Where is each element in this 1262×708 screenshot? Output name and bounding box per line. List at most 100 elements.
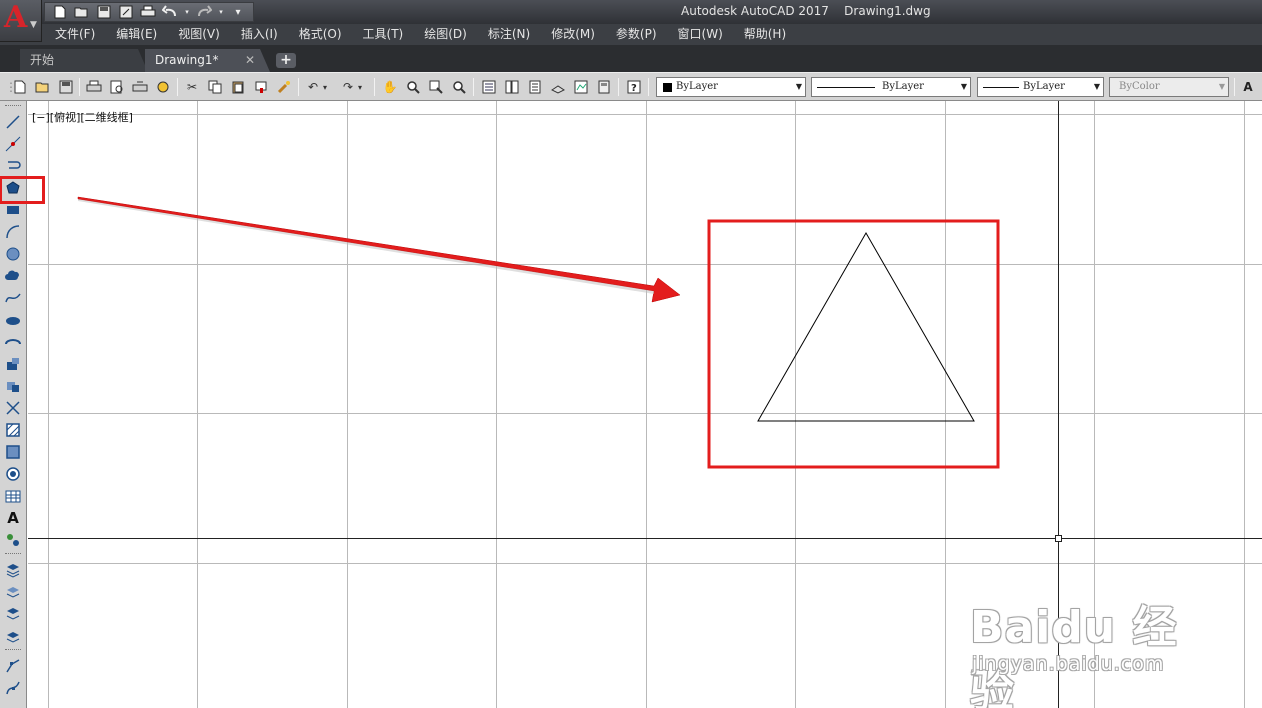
- layer-states-icon[interactable]: [4, 583, 22, 600]
- new-tab-button[interactable]: +: [276, 53, 296, 68]
- triangle-highlight-box: [707, 219, 1000, 469]
- insert-block-icon[interactable]: [4, 355, 22, 372]
- construction-line-icon[interactable]: [4, 135, 22, 152]
- polyline-edit-icon[interactable]: [4, 657, 22, 674]
- menu-parametric[interactable]: 参数(P): [616, 24, 668, 45]
- menu-draw[interactable]: 绘图(D): [424, 24, 478, 45]
- plot-icon[interactable]: [139, 4, 157, 20]
- redo-dropdown-icon[interactable]: ▾: [217, 4, 225, 20]
- menu-view[interactable]: 视图(V): [178, 24, 231, 45]
- chevron-down-icon: ▼: [30, 20, 37, 30]
- customize-icon[interactable]: ▾: [229, 4, 247, 20]
- new-icon[interactable]: [12, 79, 28, 95]
- menu-window[interactable]: 窗口(W): [678, 24, 734, 45]
- toolbar-grip[interactable]: [5, 649, 21, 651]
- zoom-realtime-icon[interactable]: [405, 79, 421, 95]
- spline-edit-icon[interactable]: [4, 679, 22, 696]
- open-icon[interactable]: [73, 4, 91, 20]
- redo-icon[interactable]: [195, 4, 213, 20]
- open-icon[interactable]: [35, 79, 51, 95]
- match-properties-icon[interactable]: [253, 79, 269, 95]
- toolbar-grip[interactable]: [5, 553, 21, 555]
- copy-icon[interactable]: [207, 79, 223, 95]
- lineweight-dropdown[interactable]: ByLayer ▼: [977, 77, 1104, 97]
- tab-drawing1-label: Drawing1*: [155, 53, 219, 67]
- layer-properties-icon[interactable]: [4, 561, 22, 578]
- hatch-icon[interactable]: [4, 421, 22, 438]
- menu-modify[interactable]: 修改(M): [551, 24, 606, 45]
- application-menu-button[interactable]: A ▼: [0, 0, 42, 42]
- 3d-print-icon[interactable]: [155, 79, 171, 95]
- polyline-icon[interactable]: [4, 157, 22, 174]
- menu-file[interactable]: 文件(F): [55, 24, 106, 45]
- sheet-set-icon[interactable]: [550, 79, 566, 95]
- color-dropdown[interactable]: ByLayer ▼: [656, 77, 806, 97]
- markup-icon[interactable]: [573, 79, 589, 95]
- pan-icon[interactable]: ✋: [382, 79, 398, 95]
- layer-previous-icon[interactable]: [4, 605, 22, 622]
- layer-isolate-icon[interactable]: [4, 627, 22, 644]
- undo-dropdown-icon[interactable]: ▾: [183, 4, 191, 20]
- point-icon[interactable]: [4, 399, 22, 416]
- save-icon[interactable]: [58, 79, 74, 95]
- spline-icon[interactable]: [4, 289, 22, 306]
- toolbar-grip[interactable]: [5, 105, 21, 107]
- menu-insert[interactable]: 插入(I): [241, 24, 289, 45]
- chevron-down-icon: ▼: [1218, 82, 1225, 91]
- help-icon[interactable]: ?: [626, 79, 642, 95]
- viewport-controls[interactable]: [−][俯视][二维线框]: [32, 109, 133, 125]
- tool-palettes-icon[interactable]: [527, 79, 543, 95]
- table-icon[interactable]: [4, 487, 22, 504]
- save-as-icon[interactable]: [117, 4, 135, 20]
- undo-icon[interactable]: ↶: [305, 79, 321, 95]
- ellipse-icon[interactable]: [4, 311, 22, 328]
- linetype-sample: [817, 87, 875, 88]
- make-block-icon[interactable]: [4, 377, 22, 394]
- properties-icon[interactable]: [481, 79, 497, 95]
- zoom-previous-icon[interactable]: [451, 79, 467, 95]
- tab-start[interactable]: 开始: [20, 49, 148, 72]
- linetype-dropdown[interactable]: ByLayer ▼: [811, 77, 971, 97]
- publish-icon[interactable]: [132, 79, 148, 95]
- paste-icon[interactable]: [230, 79, 246, 95]
- plotstyle-dropdown[interactable]: ByColor ▼: [1109, 77, 1229, 97]
- undo-icon[interactable]: [161, 4, 179, 20]
- multiline-text-icon[interactable]: A: [4, 509, 22, 527]
- add-selected-icon[interactable]: [4, 531, 22, 548]
- cut-icon[interactable]: ✂: [184, 79, 200, 95]
- quick-access-toolbar: ▾ ▾ ▾: [44, 2, 254, 22]
- svg-text:?: ?: [631, 83, 637, 94]
- menu-format[interactable]: 格式(O): [299, 24, 353, 45]
- autocad-logo-icon: A: [4, 0, 28, 35]
- save-icon[interactable]: [95, 4, 113, 20]
- close-icon[interactable]: ✕: [245, 49, 255, 71]
- zoom-window-icon[interactable]: [428, 79, 444, 95]
- tab-drawing1[interactable]: Drawing1* ✕: [145, 49, 270, 72]
- standard-toolbar: ⋮ ✂ ↶ ▾ ↷ ▾ ✋ ? ByLayer ▼ ByLayer ▼ ByLa…: [0, 72, 1262, 101]
- region-icon[interactable]: [4, 465, 22, 482]
- menu-edit[interactable]: 编辑(E): [116, 24, 168, 45]
- arc-icon[interactable]: [4, 223, 22, 240]
- design-center-icon[interactable]: [504, 79, 520, 95]
- triangle-shape[interactable]: [757, 231, 975, 422]
- redo-dropdown-icon[interactable]: ▾: [356, 79, 364, 95]
- watermark-brand: Baidu 经验: [970, 602, 1178, 708]
- menu-tools[interactable]: 工具(T): [363, 24, 415, 45]
- plot-preview-icon[interactable]: [109, 79, 125, 95]
- line-icon[interactable]: [4, 113, 22, 130]
- plot-icon[interactable]: [86, 79, 102, 95]
- revision-cloud-icon[interactable]: [4, 267, 22, 284]
- brush-icon[interactable]: [276, 79, 292, 95]
- new-icon[interactable]: [51, 4, 69, 20]
- redo-icon[interactable]: ↷: [340, 79, 356, 95]
- menu-dimension[interactable]: 标注(N): [488, 24, 541, 45]
- menu-help[interactable]: 帮助(H): [744, 24, 797, 45]
- chevron-down-icon: ▼: [1093, 82, 1100, 91]
- circle-icon[interactable]: [4, 245, 22, 262]
- calculator-icon[interactable]: [596, 79, 612, 95]
- lineweight-sample: [983, 87, 1019, 88]
- undo-dropdown-icon[interactable]: ▾: [321, 79, 329, 95]
- gradient-icon[interactable]: [4, 443, 22, 460]
- text-style-icon[interactable]: A: [1240, 79, 1256, 95]
- ellipse-arc-icon[interactable]: [4, 333, 22, 350]
